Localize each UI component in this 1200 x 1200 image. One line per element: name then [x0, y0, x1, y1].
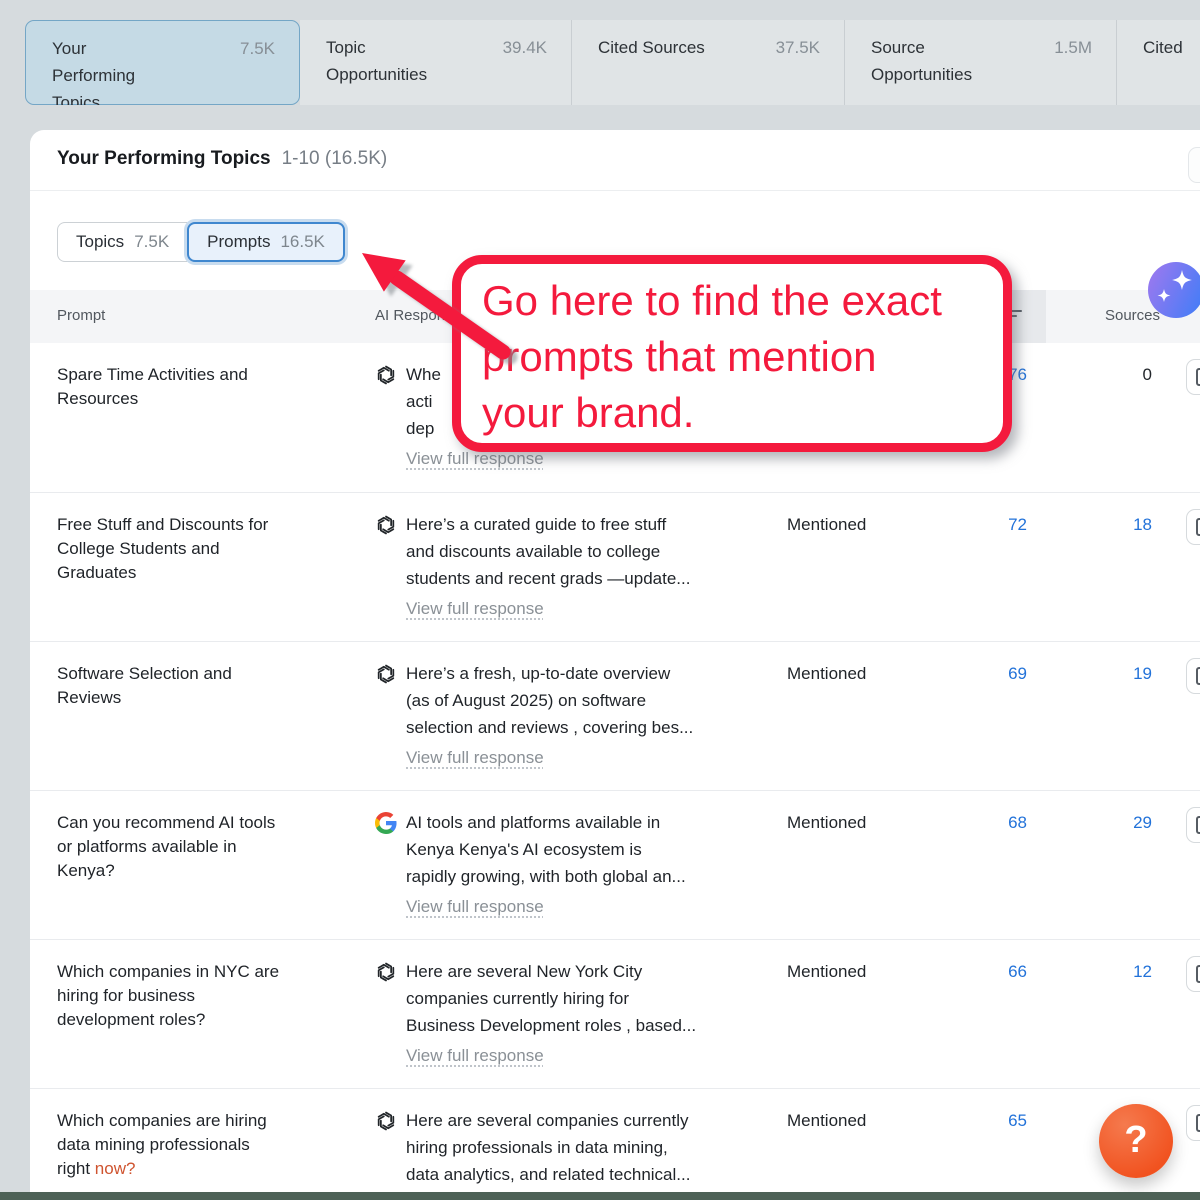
ai-response-text: AI tools and platforms available in Keny… — [406, 809, 686, 917]
prompt-cell[interactable]: Software Selection and Reviews — [57, 662, 287, 710]
prompt-text: Spare Time Activities and Resources — [57, 365, 248, 408]
table-row: Which companies in NYC are hiring for bu… — [30, 939, 1200, 1088]
view-full-response-link[interactable]: View full response — [406, 599, 544, 619]
annotation-text: Go here to find the exact — [482, 273, 995, 329]
chatgpt-icon — [375, 961, 397, 1066]
annotation-text: your brand. — [482, 385, 995, 441]
tab-cited-sources[interactable]: Cited Sources37.5K — [572, 20, 845, 105]
panel-open-icon — [1196, 816, 1200, 834]
tab-your-performing-topics[interactable]: Your Performing Topics7.5K — [25, 20, 300, 105]
table-row: Which companies are hiring data mining p… — [30, 1088, 1200, 1192]
row-action-button[interactable] — [1186, 807, 1200, 843]
panel-open-icon — [1196, 1114, 1200, 1132]
prompt-text-highlighted: now? — [95, 1159, 136, 1178]
prompt-cell[interactable]: Spare Time Activities and Resources — [57, 363, 287, 411]
topics-toggle[interactable]: Topics 7.5K — [57, 222, 187, 262]
prompt-cell[interactable]: Which companies are hiring data mining p… — [57, 1109, 287, 1181]
ai-response-cell: Here are several New York City companies… — [375, 958, 795, 1066]
ai-response-text: Here are several companies currently hir… — [406, 1107, 690, 1188]
sources-value-link[interactable]: 18 — [1133, 515, 1152, 535]
row-action-button[interactable] — [1186, 359, 1200, 395]
view-full-response-link[interactable]: View full response — [406, 449, 544, 469]
prompt-text: Which companies are hiring data mining p… — [57, 1111, 267, 1178]
help-button[interactable]: ? — [1099, 1104, 1173, 1178]
ai-response-cell: Here’s a fresh, up-to-date overview (as … — [375, 660, 795, 768]
panel-open-icon — [1196, 965, 1200, 983]
visibility-value-link[interactable]: 72 — [1008, 515, 1027, 535]
tab-bar: Your Performing Topics7.5KTopic Opportun… — [25, 20, 1200, 105]
visibility-value-link[interactable]: 69 — [1008, 664, 1027, 684]
annotation-callout: Go here to find the exact prompts that m… — [452, 255, 1012, 452]
topics-toggle-count: 7.5K — [134, 232, 169, 252]
prompt-cell[interactable]: Free Stuff and Discounts for College Stu… — [57, 513, 287, 585]
prompt-text: Can you recommend AI tools or platforms … — [57, 813, 275, 880]
view-full-response-link[interactable]: View full response — [406, 897, 544, 917]
chatgpt-icon — [375, 1110, 397, 1188]
prompt-text: Software Selection and Reviews — [57, 664, 232, 707]
ai-response-cell: Here’s a curated guide to free stuff and… — [375, 511, 795, 619]
ai-response-text: Here’s a fresh, up-to-date overview (as … — [406, 660, 693, 768]
topics-toggle-label: Topics — [76, 232, 124, 252]
visibility-value-link[interactable]: 66 — [1008, 962, 1027, 982]
tab-topic-opportunities[interactable]: Topic Opportunities39.4K — [300, 20, 572, 105]
panel-open-icon — [1196, 518, 1200, 536]
prompt-cell[interactable]: Can you recommend AI tools or platforms … — [57, 811, 287, 883]
mention-status: Mentioned — [787, 515, 866, 535]
chatgpt-icon — [375, 364, 397, 469]
page: Your Performing Topics7.5KTopic Opportun… — [0, 0, 1200, 1200]
view-full-response-link[interactable]: View full response — [406, 1046, 544, 1066]
view-full-response-link[interactable]: View full response — [406, 748, 544, 768]
panel-header: Your Performing Topics 1-10 (16.5K) — [30, 130, 1200, 191]
ai-response-text: Here’s a curated guide to free stuff and… — [406, 511, 690, 619]
table-row: Software Selection and Reviews — [30, 641, 1200, 790]
google-icon — [375, 812, 397, 917]
prompt-cell[interactable]: Which companies in NYC are hiring for bu… — [57, 960, 287, 1032]
sources-value-link[interactable]: 12 — [1133, 962, 1152, 982]
panel-open-icon — [1196, 368, 1200, 386]
sources-value-link[interactable]: 29 — [1133, 813, 1152, 833]
visibility-value-link[interactable]: 68 — [1008, 813, 1027, 833]
row-action-button[interactable] — [1186, 1105, 1200, 1141]
panel-title: Your Performing Topics — [57, 148, 271, 170]
chatgpt-icon — [375, 663, 397, 768]
mention-status: Mentioned — [787, 962, 866, 982]
ai-response-cell: Here are several companies currently hir… — [375, 1107, 795, 1188]
row-action-button[interactable] — [1186, 956, 1200, 992]
prompts-toggle-count: 16.5K — [280, 232, 324, 252]
row-action-button[interactable] — [1186, 509, 1200, 545]
table-body: Spare Time Activities and Resources — [30, 343, 1200, 1192]
prompts-toggle[interactable]: Prompts 16.5K — [187, 222, 345, 262]
prompt-text: Free Stuff and Discounts for College Stu… — [57, 515, 268, 582]
visibility-value-link[interactable]: 65 — [1008, 1111, 1027, 1131]
panel-range: 1-10 (16.5K) — [282, 148, 388, 170]
annotation-text: prompts that mention — [482, 329, 995, 385]
table-row: Can you recommend AI tools or platforms … — [30, 790, 1200, 939]
sparkles-icon — [1148, 262, 1200, 318]
mention-status: Mentioned — [787, 813, 866, 833]
sources-value-link[interactable]: 0 — [1143, 365, 1152, 385]
panel-settings-button[interactable] — [1188, 147, 1200, 183]
chatgpt-icon — [375, 514, 397, 619]
ai-response-cell: AI tools and platforms available in Keny… — [375, 809, 795, 917]
row-action-button[interactable] — [1186, 658, 1200, 694]
column-header-prompt[interactable]: Prompt — [57, 307, 105, 324]
question-mark-icon: ? — [1124, 1119, 1147, 1162]
panel-open-icon — [1196, 667, 1200, 685]
prompts-toggle-label: Prompts — [207, 232, 270, 252]
topics-prompts-toggle: Topics 7.5K Prompts 16.5K — [57, 222, 345, 262]
tab-cited[interactable]: Cited — [1117, 20, 1200, 105]
mention-status: Mentioned — [787, 664, 866, 684]
ai-response-text: Here are several New York City companies… — [406, 958, 696, 1066]
bottom-bar — [0, 1192, 1200, 1200]
prompt-text: Which companies in NYC are hiring for bu… — [57, 962, 279, 1029]
mention-status: Mentioned — [787, 1111, 866, 1131]
ai-assistant-button[interactable] — [1148, 262, 1200, 318]
tab-source-opportunities[interactable]: Source Opportunities1.5M — [845, 20, 1117, 105]
table-row: Free Stuff and Discounts for College Stu… — [30, 492, 1200, 641]
sources-value-link[interactable]: 19 — [1133, 664, 1152, 684]
annotation-arrow-icon — [345, 240, 520, 370]
